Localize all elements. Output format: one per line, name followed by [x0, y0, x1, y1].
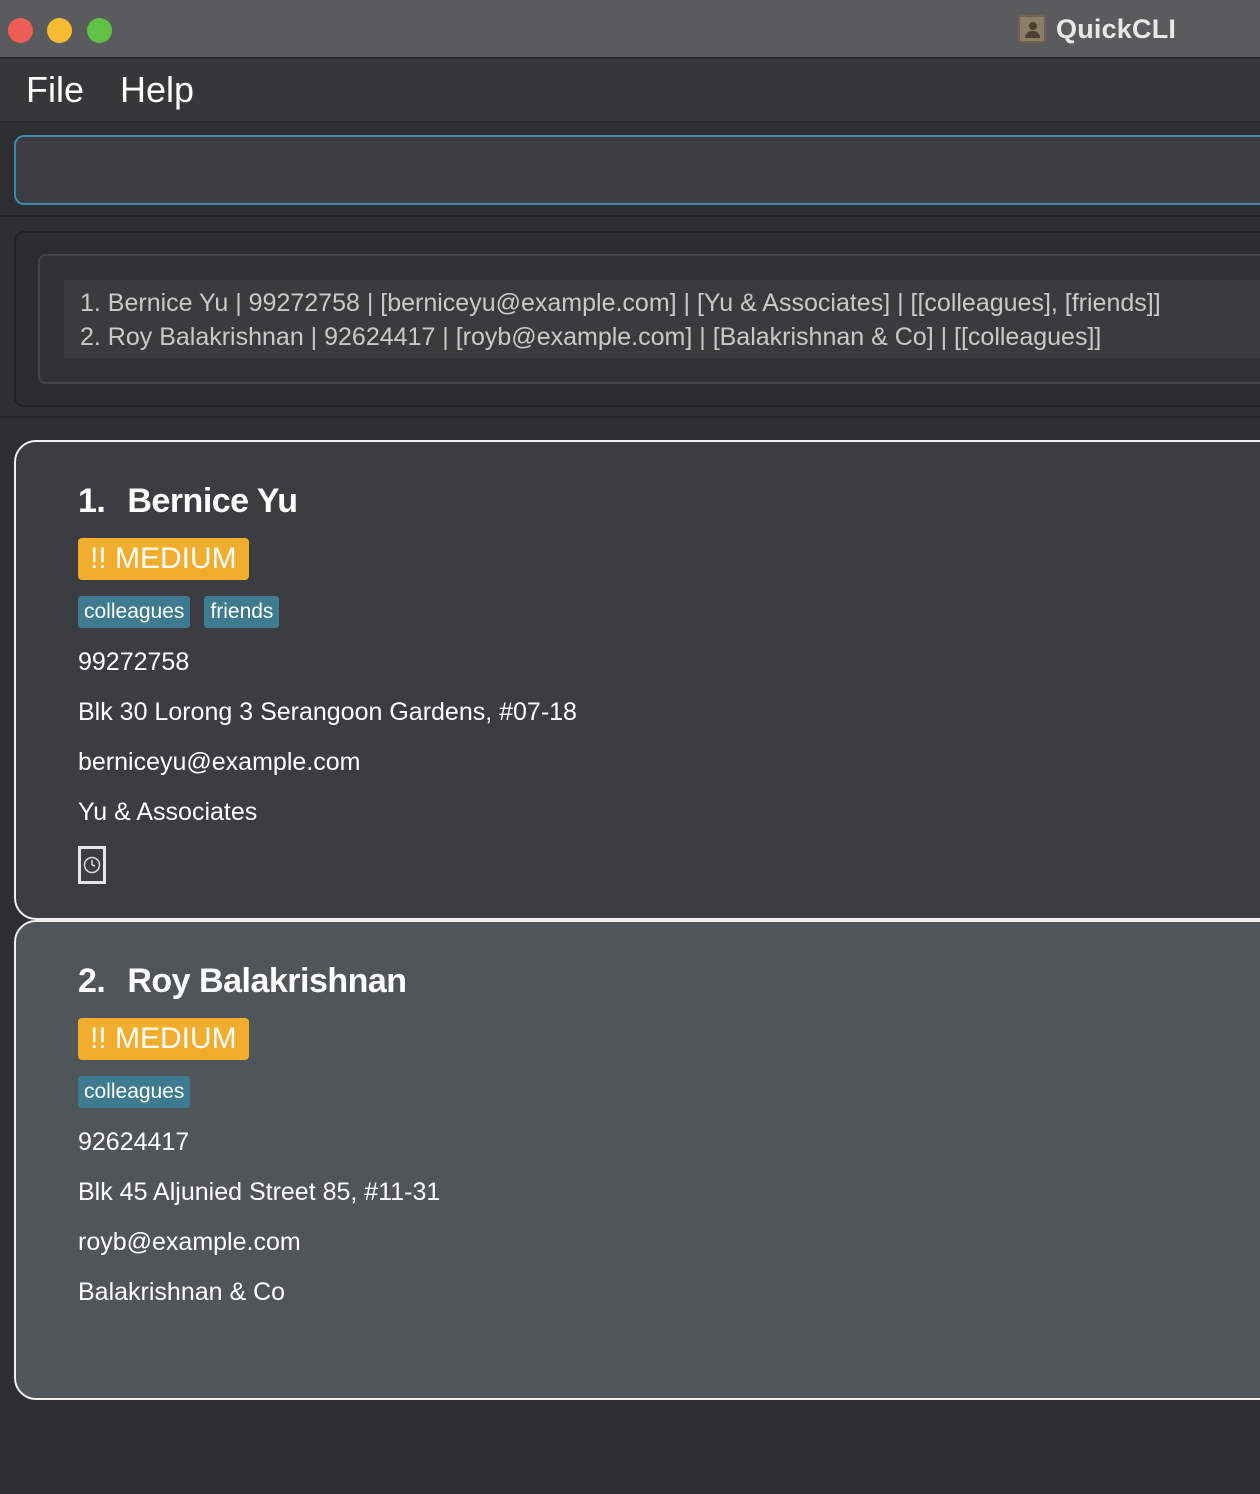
tag-label: colleagues: [78, 596, 191, 628]
person-card[interactable]: 1. Bernice Yu !! MEDIUM colleagues friend…: [14, 440, 1260, 920]
person-organisation: Yu & Associates: [78, 798, 258, 826]
result-display-frame: 1. Bernice Yu | 99272758 | [berniceyu@ex…: [38, 254, 1260, 384]
person-phone: 92624417: [78, 1128, 190, 1156]
tag-label: colleagues: [78, 1076, 191, 1108]
person-email: berniceyu@example.com: [78, 748, 361, 776]
person-address: Blk 45 Aljunied Street 85, #11-31: [78, 1178, 441, 1206]
result-line: 1. Bernice Yu | 99272758 | [berniceyu@ex…: [80, 289, 1161, 317]
priority-badge: !! MEDIUM: [78, 1018, 249, 1060]
person-address: Blk 30 Lorong 3 Serangoon Gardens, #07-1…: [78, 698, 577, 726]
title-bar: QuickCLI: [0, 0, 1260, 58]
person-name-row: 1. Bernice Yu: [78, 482, 298, 521]
result-display-text[interactable]: 1. Bernice Yu | 99272758 | [berniceyu@ex…: [64, 280, 1260, 358]
menu-file[interactable]: File: [26, 69, 84, 111]
menu-help[interactable]: Help: [120, 69, 194, 111]
command-box-area: [0, 125, 1260, 217]
close-window-button[interactable]: [8, 18, 33, 43]
person-name: Bernice Yu: [127, 482, 298, 520]
menu-bar: File Help: [0, 59, 1260, 123]
result-display-area: 1. Bernice Yu | 99272758 | [berniceyu@ex…: [0, 220, 1260, 418]
person-phone: 99272758: [78, 648, 190, 676]
window-title: QuickCLI: [1056, 13, 1177, 44]
app-icon: [1018, 15, 1046, 43]
person-organisation: Balakrishnan & Co: [78, 1278, 286, 1306]
priority-badge: !! MEDIUM: [78, 538, 249, 580]
person-index: 1.: [78, 482, 106, 520]
result-line: 2. Roy Balakrishnan | 92624417 | [royb@e…: [80, 323, 1102, 351]
person-list[interactable]: 1. Bernice Yu !! MEDIUM colleagues friend…: [0, 420, 1260, 1494]
tag-list: colleagues friends: [78, 596, 280, 628]
command-input[interactable]: [14, 135, 1260, 205]
app-window: QuickCLI File Help 1. Bernice Yu | 99272…: [0, 0, 1260, 1494]
person-index: 2.: [78, 962, 106, 1000]
tag-list: colleagues: [78, 1076, 191, 1108]
result-display-panel: 1. Bernice Yu | 99272758 | [berniceyu@ex…: [14, 231, 1260, 407]
clock-icon: [78, 846, 106, 884]
window-title-group: QuickCLI: [1018, 13, 1176, 45]
person-card-selected[interactable]: 2. Roy Balakrishnan !! MEDIUM colleagues …: [14, 920, 1260, 1400]
person-name-row: 2. Roy Balakrishnan: [78, 962, 407, 1001]
minimize-window-button[interactable]: [47, 18, 72, 43]
maximize-window-button[interactable]: [87, 18, 112, 43]
person-name: Roy Balakrishnan: [127, 962, 407, 1000]
person-email: royb@example.com: [78, 1228, 301, 1256]
tag-label: friends: [204, 596, 280, 628]
